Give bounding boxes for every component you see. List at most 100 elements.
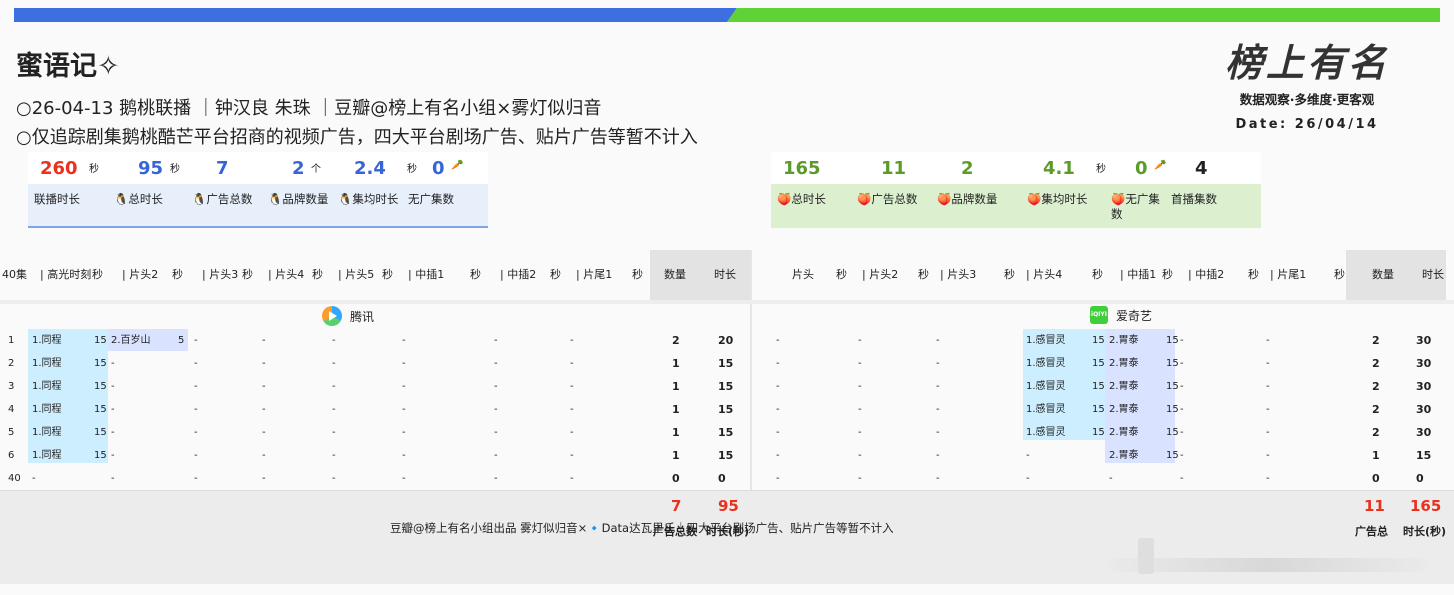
header-cell-7: 秒 [1092,268,1103,281]
table-cell: - [570,381,574,392]
tencent-table-header: 40集 | 高光时刻秒 | 片头2 秒 | 片头3 秒 | 片头4 秒 | 片头5 秒 | 中插1 秒… [0,250,750,300]
stat-unit: 秒 [170,164,180,175]
info-line-1: ○26-04-13 鹅桃联播 ｜钟汉良 朱珠 ｜豆瓣@榜上有名小组×雾灯似归音 [16,98,602,119]
table-row: 1 1.同程 15 2.百岁山 5- - - - - -2 20 [0,329,750,352]
header-cell-5: | 片头3 [202,268,239,281]
header-cell-13: | 中插2 [500,268,537,281]
table-cell: 2 [1372,380,1380,393]
footer-credit: 豆瓣@榜上有名小组出品 雾灯似归音×🔹Data达瓦里氏｜四大平台剧场广告、贴片广… [390,521,894,535]
table-cell: - [1180,381,1184,392]
table-cell: 15 [94,381,107,392]
table-cell: 2.胃泰 [1109,427,1139,438]
table-cell: 15 [1166,450,1179,461]
table-cell: - [1180,473,1184,484]
table-cell: 15 [94,450,107,461]
table-cell: - [332,473,336,484]
stat-0: 260 秒联播时长 [28,152,108,230]
table-cell: - [1266,473,1270,484]
right-duration-label: 时长(秒) [1403,525,1447,538]
table-cell: - [570,473,574,484]
header-cell-12: 秒 [470,268,481,281]
table-cell: - [776,381,780,392]
table-cell: 1.感冒灵 [1026,335,1066,346]
table-cell: - [332,404,336,415]
table-cell: - [858,450,862,461]
table-cell: 1 [1372,449,1380,462]
table-cell: - [402,335,406,346]
header-cell-4: 秒 [172,268,183,281]
table-cell: - [1109,473,1113,484]
table-cell: 2 [1372,357,1380,370]
header-cell-10: | 中插2 [1188,268,1225,281]
top-color-bar [14,8,1440,22]
table-cell: - [776,404,780,415]
platform-iqiyi: iQIYI 爱奇艺 [1090,306,1152,324]
table-cell: 1.感冒灵 [1026,427,1066,438]
stat-4: 0 🥕 🍑无广集数 [1105,152,1166,230]
table-cell: - [332,381,336,392]
table-cell: - [1026,473,1030,484]
table-cell: - [1266,450,1270,461]
stat-label: 无广集数 [408,192,454,206]
left-total-duration: 95 [718,497,739,515]
platform-tencent: 腾讯 [322,306,374,326]
table-cell: 2 [672,334,680,347]
header-cell-15: 时长 [1422,268,1444,281]
stat-unit: 秒 [89,164,99,175]
table-cell: - [936,335,940,346]
header-cell-10: 秒 [382,268,393,281]
stat-value: 0 [432,158,445,179]
table-row: - - -1.感冒灵 15 2.胃泰 15- -2 30 [752,375,1454,398]
table-cell: - [570,404,574,415]
stat-2: 7 🐧广告总数 [186,152,262,230]
table-cell: 15 [1166,335,1179,346]
info-line-2: ○仅追踪剧集鹅桃酷芒平台招商的视频广告，四大平台剧场广告、贴片广告等暂不计入 [16,127,698,148]
iqiyi-stats-panel: 165 🍑总时长 11 🍑广告总数 2 🍑品牌数量 4.1 秒 🍑集均时长 0 🥕 🍑无广集数 4 首播集… [771,152,1261,230]
table-cell: - [262,450,266,461]
table-cell: - [194,473,198,484]
header-cell-0: 片头 [792,268,814,281]
table-cell: 30 [1416,334,1432,347]
table-cell: 2 [8,358,15,369]
table-cell: 2.胃泰 [1109,335,1139,346]
table-cell: - [776,427,780,438]
header-cell-2: 秒 [92,268,103,281]
stat-value: 165 [783,158,821,179]
table-row: - - -1.感冒灵 15 2.胃泰 15- -2 30 [752,329,1454,352]
table-cell: - [194,450,198,461]
table-cell: - [494,427,498,438]
stat-label: 联播时长 [34,192,80,206]
table-row: 3 1.同程 15- - - - - - -1 15 [0,375,750,398]
stat-value: 7 [216,158,229,179]
table-cell: - [111,473,115,484]
table-cell: 0 [672,472,680,485]
stat-value: 11 [881,158,907,179]
left-duration-label: 时长(秒) [706,525,750,538]
header-cell-13: 秒 [1334,268,1345,281]
table-cell: 15 [94,358,107,369]
header-cell-3: | 片头2 [122,268,159,281]
table-cell: - [332,358,336,369]
table-row: 5 1.同程 15- - - - - - -1 15 [0,421,750,444]
stat-value: 2.4 [354,158,386,179]
table-cell: - [1026,450,1030,461]
table-cell: - [111,381,115,392]
table-cell: - [402,404,406,415]
table-cell: - [332,450,336,461]
stat-0: 165 🍑总时长 [771,152,851,230]
table-cell: 15 [1166,381,1179,392]
table-cell: 5 [8,427,15,438]
page-title: 蜜语记✧ [16,51,120,82]
table-row: 4 1.同程 15- - - - - - -1 15 [0,398,750,421]
right-count-label: 广告总 [1355,525,1388,538]
stat-2: 2 🍑品牌数量 [931,152,1021,230]
header-cell-9: 秒 [1162,268,1173,281]
table-cell: 1.同程 [32,427,62,438]
table-cell: - [194,335,198,346]
header-cell-16: 秒 [632,268,643,281]
stat-value: 0 [1135,158,1148,179]
table-cell: - [194,358,198,369]
table-cell: 1.同程 [32,358,62,369]
tencent-stats-panel: 260 秒联播时长 95 秒 🐧总时长 7 🐧广告总数 2 个 🐧品牌数量 2.4 秒 🐧集均时长 0 🥕 无… [28,152,488,230]
table-cell: 2 [1372,426,1380,439]
